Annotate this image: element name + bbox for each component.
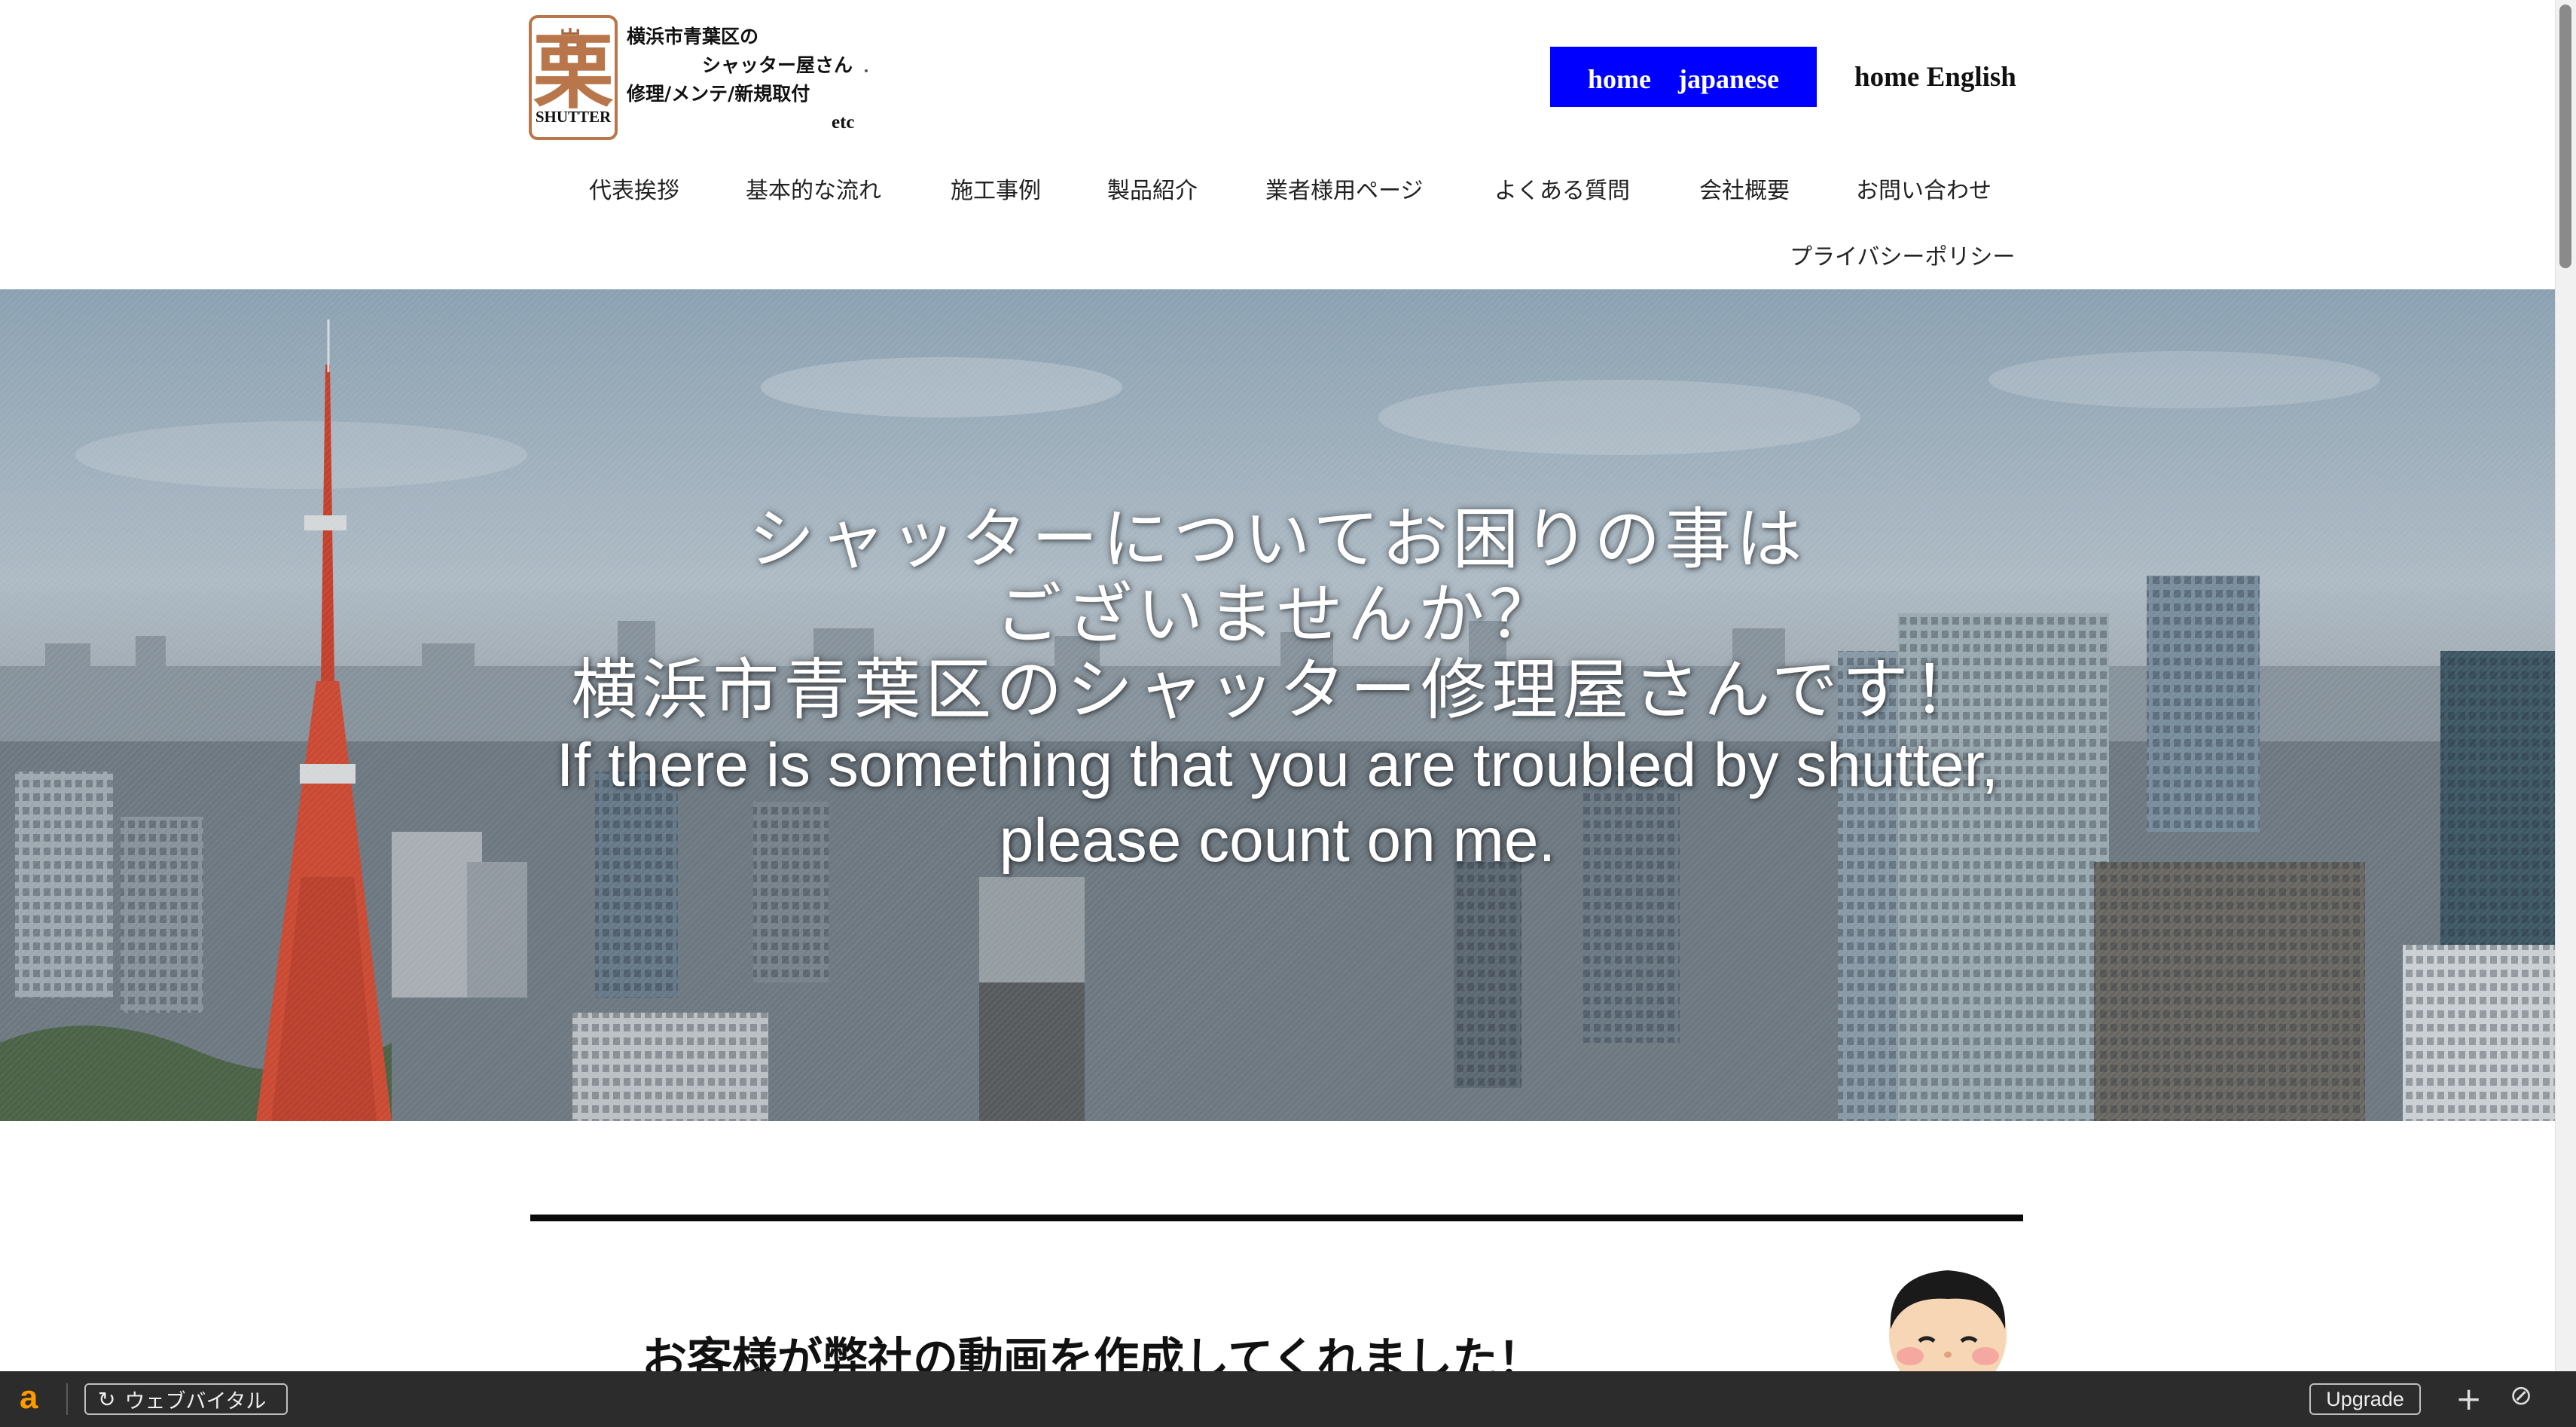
nav-item-construction-examples[interactable]: 施工事例	[951, 167, 1041, 209]
home-japanese-button[interactable]: home japanese	[1550, 47, 1817, 107]
scrollbar-thumb[interactable]	[2559, 5, 2571, 268]
refresh-icon: ↻	[98, 1386, 116, 1412]
site-logo[interactable]: 岩 栗 SHUTTER	[529, 15, 618, 140]
nav-item-company[interactable]: 会社概要	[1699, 167, 1790, 209]
nav-item-contact[interactable]: お問い合わせ	[1856, 167, 1992, 209]
toolbar-separator	[66, 1383, 68, 1415]
extension-logo-icon[interactable]: a	[20, 1379, 38, 1416]
logo-sub-text: SHUTTER	[535, 108, 612, 126]
logo-line-2: シャッター屋さん	[702, 54, 853, 76]
hero-jp-line-2: ございませんか？	[995, 576, 1560, 653]
logo-tagline: 横浜市青葉区の シャッター屋さん 修理/メンテ/新規取付 etc	[627, 23, 875, 137]
web-vitals-label: ウェブバイタル	[124, 1389, 267, 1413]
upgrade-button[interactable]: Upgrade	[2309, 1383, 2421, 1415]
hero-jp-line-1: シャッターについてお困りの事は	[748, 500, 1807, 578]
block-icon[interactable]: ⊘	[2510, 1380, 2532, 1411]
logo-line-4: etc	[832, 112, 855, 133]
logo-line-1: 横浜市青葉区の	[627, 26, 759, 47]
nav-item-basic-flow[interactable]: 基本的な流れ	[746, 167, 881, 209]
nav-item-privacy-policy[interactable]: プライバシーポリシー	[1790, 235, 2015, 274]
nav-item-business-page[interactable]: 業者様用ページ	[1265, 167, 1423, 209]
hero-en-line-2: please count on me.	[999, 806, 1556, 875]
nav-item-faq[interactable]: よくある質問	[1494, 167, 1630, 209]
main-nav: 代表挨拶 基本的な流れ 施工事例 製品紹介 業者様用ページ よくある質問 会社概…	[0, 167, 2576, 209]
section-divider	[530, 1215, 2023, 1221]
hero-headline: シャッターについてお困りの事は ございませんか？ 横浜市青葉区のシャッター修理屋…	[0, 502, 2555, 879]
plus-icon[interactable]: +	[2455, 1380, 2482, 1417]
extension-toolbar: a ↻ ウェブバイタル Upgrade + ⊘	[0, 1371, 2576, 1427]
nav-item-products[interactable]: 製品紹介	[1107, 167, 1198, 209]
mascot-illustration	[1889, 1270, 2007, 1373]
nav-item-greeting[interactable]: 代表挨拶	[589, 167, 679, 209]
logo-dot	[865, 69, 868, 72]
logo-line-3: 修理/メンテ/新規取付	[627, 83, 810, 105]
home-english-link[interactable]: home English	[1854, 47, 2016, 107]
hero-banner: シャッターについてお困りの事は ございませんか？ 横浜市青葉区のシャッター修理屋…	[0, 289, 2555, 1121]
logo-big-char: 栗	[532, 25, 614, 120]
web-vitals-button[interactable]: ↻ ウェブバイタル	[84, 1383, 288, 1415]
hero-jp-line-3: 横浜市青葉区のシャッター修理屋さんです！	[571, 651, 1984, 729]
hero-en-line-1: If there is something that you are troub…	[556, 731, 1999, 799]
